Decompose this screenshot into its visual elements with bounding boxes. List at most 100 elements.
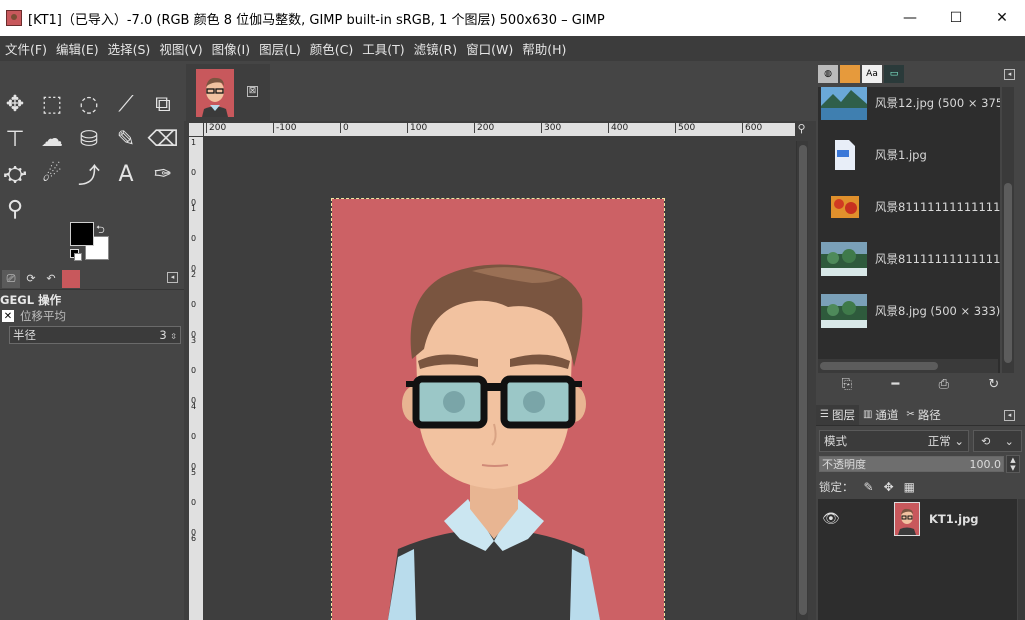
image-list-item[interactable]: 风景1.jpg — [818, 130, 1000, 180]
vertical-scrollbar[interactable] — [1018, 499, 1025, 620]
image-tab-thumbnail — [196, 69, 234, 117]
default-colors-icon[interactable] — [70, 249, 82, 261]
image-tab-icon[interactable] — [62, 269, 80, 288]
eraser-tool-icon[interactable]: ⌫ — [147, 124, 178, 154]
menu-help[interactable]: 帮助(H) — [519, 39, 572, 58]
image-list-item[interactable]: 风景81111111111111111 — [818, 182, 1000, 232]
panel-menu-icon[interactable]: ◂ — [1004, 410, 1015, 421]
layer-name: KT1.jpg — [929, 512, 979, 526]
close-button[interactable]: ✕ — [979, 0, 1025, 36]
vertical-scrollbar[interactable] — [1002, 87, 1014, 373]
scrollbar-thumb[interactable] — [799, 145, 807, 615]
opacity-stepper[interactable]: ▲ ▼ — [1006, 455, 1020, 473]
composite-mode-select[interactable]: ⟲ ⌄ — [973, 430, 1022, 452]
layer-mode-select[interactable]: 模式 正常 ⌄ — [819, 430, 969, 452]
crop-tool-icon[interactable]: ⧉ — [148, 89, 178, 119]
transform-tool-icon[interactable]: ⊤ — [0, 124, 30, 154]
lock-row: 锁定： ✎ ✥ ▦ — [819, 478, 915, 496]
paths-tool-icon[interactable]: ⤴ — [74, 159, 104, 189]
patterns-tab-icon[interactable] — [840, 65, 860, 83]
image-list-item[interactable]: 风景8.jpg (500 × 333) — [818, 286, 1000, 336]
opacity-slider[interactable]: 不透明度 100.0 — [819, 456, 1004, 472]
menu-bar: 文件(F) 编辑(E) 选择(S) 视图(V) 图像(I) 图层(L) 颜色(C… — [0, 36, 1025, 61]
tool-options-tab-icon[interactable]: ⎚ — [2, 269, 20, 288]
minimize-button[interactable]: — — [887, 0, 933, 36]
visibility-eye-icon[interactable]: 👁 — [822, 511, 848, 527]
gegl-operation-row: ✕ 位移平均 — [0, 308, 66, 324]
image-list-item[interactable]: 风景12.jpg (500 × 375) — [818, 87, 1000, 128]
refresh-icon[interactable]: ↻ — [988, 377, 999, 397]
fonts-tab-icon[interactable]: Aa — [862, 65, 882, 83]
device-status-tab-icon[interactable]: ⟳ — [22, 270, 40, 288]
smudge-tool-icon[interactable]: ☄ — [37, 159, 67, 189]
radius-field[interactable]: 半径 3 ⇳ — [9, 326, 181, 344]
ruler-tick-label: 0 — [340, 123, 349, 133]
delete-image-icon[interactable]: ━ — [891, 377, 899, 397]
tool-options-title: GEGL 操作 — [0, 293, 62, 307]
menu-windows[interactable]: 窗口(W) — [463, 39, 519, 58]
clone-tool-icon[interactable]: ⛮ — [0, 159, 30, 189]
images-tab-icon[interactable]: ▭ — [884, 65, 904, 83]
horizontal-ruler[interactable]: 200 -100 0 100 200 300 400 500 600 — [204, 123, 795, 136]
menu-edit[interactable]: 编辑(E) — [53, 39, 105, 58]
lasso-tool-icon[interactable]: ◌ — [74, 89, 104, 119]
scrollbar-thumb[interactable] — [820, 362, 938, 370]
brushes-tab-icon[interactable]: ◍ — [818, 65, 838, 83]
panel-menu-icon[interactable]: ◂ — [167, 272, 178, 283]
ruler-tick-label: 500 — [675, 123, 695, 133]
ruler-tick-label: 5 — [191, 468, 197, 477]
menu-select[interactable]: 选择(S) — [105, 39, 157, 58]
tab-channels[interactable]: ▥ 通道 — [859, 405, 902, 425]
image-list-item[interactable]: 风景81111111111111111 — [818, 234, 1000, 284]
foreground-color-swatch[interactable] — [70, 222, 94, 246]
layer-list: 👁 KT1.jpg — [818, 499, 1017, 620]
zoom-tool-icon[interactable]: ⚲ — [0, 194, 30, 224]
bucket-fill-tool-icon[interactable]: ⛁ — [74, 124, 104, 154]
ruler-tick-label: 300 — [541, 123, 561, 133]
ruler-tick-label: 0 — [191, 300, 197, 309]
raise-view-icon[interactable]: ⎘ — [842, 377, 852, 397]
fuzzy-select-tool-icon[interactable]: ⟋ — [111, 89, 141, 119]
lock-position-icon[interactable]: ✥ — [884, 480, 894, 494]
panel-menu-icon[interactable]: ◂ — [1004, 69, 1015, 80]
menu-filters[interactable]: 滤镜(R) — [411, 39, 463, 58]
scrollbar-thumb[interactable] — [1004, 183, 1012, 363]
vertical-scrollbar[interactable] — [796, 141, 808, 620]
ruler-tick-label: 1 — [191, 138, 197, 147]
move-tool-icon[interactable]: ✥ — [0, 89, 30, 119]
new-display-icon[interactable]: ⎙ — [939, 377, 949, 397]
undo-history-tab-icon[interactable]: ↶ — [42, 270, 60, 288]
menu-colors[interactable]: 颜色(C) — [307, 39, 359, 58]
tab-paths[interactable]: ✂ 路径 — [902, 405, 944, 425]
lock-pixels-icon[interactable]: ✎ — [864, 480, 874, 494]
menu-layer[interactable]: 图层(L) — [256, 39, 307, 58]
image-name: 风景8.jpg (500 × 333) — [875, 304, 1000, 318]
menu-file[interactable]: 文件(F) — [2, 39, 53, 58]
warp-tool-icon[interactable]: ☁ — [37, 124, 67, 154]
navigate-icon[interactable]: ⚲ — [795, 123, 808, 136]
menu-image[interactable]: 图像(I) — [209, 39, 256, 58]
vertical-ruler[interactable]: 1001002003004005006 — [189, 137, 203, 620]
image-canvas[interactable] — [331, 198, 665, 620]
menu-tools[interactable]: 工具(T) — [359, 39, 410, 58]
color-picker-tool-icon[interactable]: ✑ — [148, 159, 178, 189]
opacity-label: 不透明度 — [822, 458, 866, 471]
paintbrush-tool-icon[interactable]: ✎ — [111, 124, 141, 154]
gimp-window: [KT1]（已导入）-7.0 (RGB 颜色 8 位伽马整数, GIMP bui… — [0, 0, 1025, 620]
close-icon[interactable]: ✕ — [2, 310, 14, 322]
close-tab-icon[interactable]: ⊠ — [247, 86, 258, 97]
horizontal-scrollbar[interactable] — [818, 359, 998, 373]
tab-layers[interactable]: ☰ 图层 — [816, 404, 859, 425]
channels-icon: ▥ — [862, 409, 873, 420]
lock-alpha-icon[interactable]: ▦ — [904, 480, 915, 494]
ruler-tick-label: 0 — [191, 366, 197, 375]
layer-row[interactable]: 👁 KT1.jpg — [818, 499, 1017, 539]
layer-thumbnail — [894, 502, 920, 536]
maximize-button[interactable]: ☐ — [933, 0, 979, 36]
text-tool-icon[interactable]: A — [111, 159, 141, 189]
image-window: ⊠ 200 -100 0 100 200 300 400 500 600 10010020030… — [184, 61, 816, 620]
rect-select-tool-icon[interactable]: ⬚ — [37, 89, 67, 119]
image-tab[interactable]: ⊠ — [186, 64, 270, 121]
right-dock: ◍ Aa ▭ ◂ 风景12.jpg (500 × 375) 风景1.jpg 风景81… — [816, 61, 1025, 620]
menu-view[interactable]: 视图(V) — [156, 39, 208, 58]
